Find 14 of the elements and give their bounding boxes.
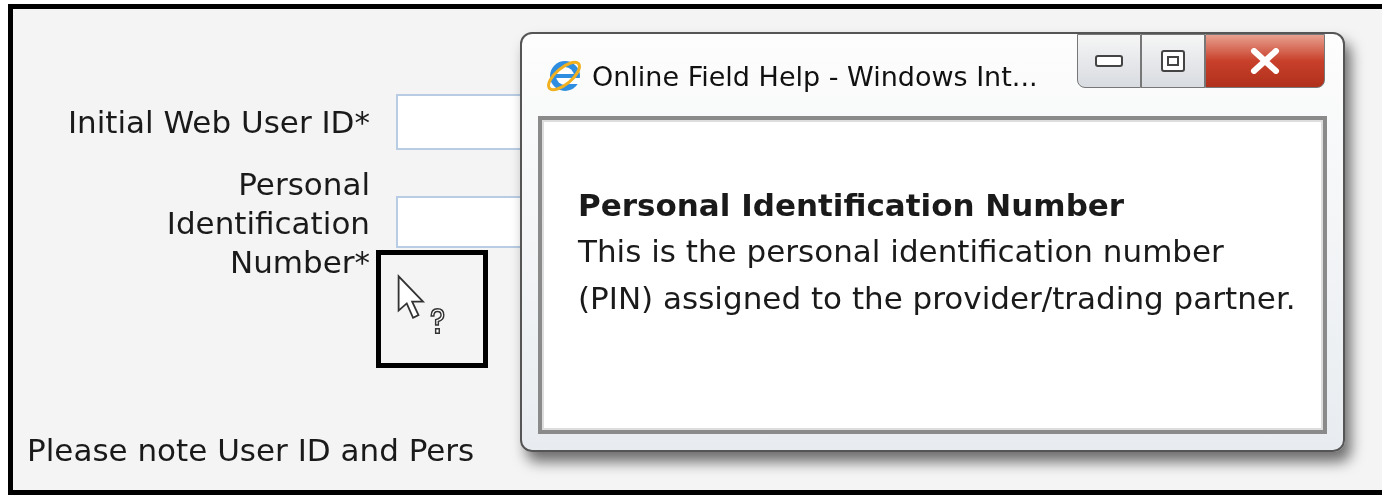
close-icon (1250, 48, 1280, 74)
input-field[interactable] (396, 196, 520, 248)
note-text: Please note User ID and Pers (27, 432, 476, 468)
field-label: Initial Web User ID* (66, 102, 370, 142)
maximize-button[interactable] (1141, 34, 1205, 88)
minimize-icon (1095, 55, 1123, 67)
close-button[interactable] (1205, 34, 1325, 88)
window-title: Online Field Help - Windows Int... (592, 61, 1038, 92)
help-text: This is the personal identification number (PIN) assigned to the provider/trading partner. (578, 232, 1297, 318)
field-label: Personal Identification Number* (165, 165, 370, 282)
minimize-button[interactable] (1077, 34, 1141, 88)
restore-icon (1160, 49, 1186, 73)
input-field[interactable] (396, 94, 520, 150)
help-heading: Personal Identification Number (578, 186, 1126, 225)
